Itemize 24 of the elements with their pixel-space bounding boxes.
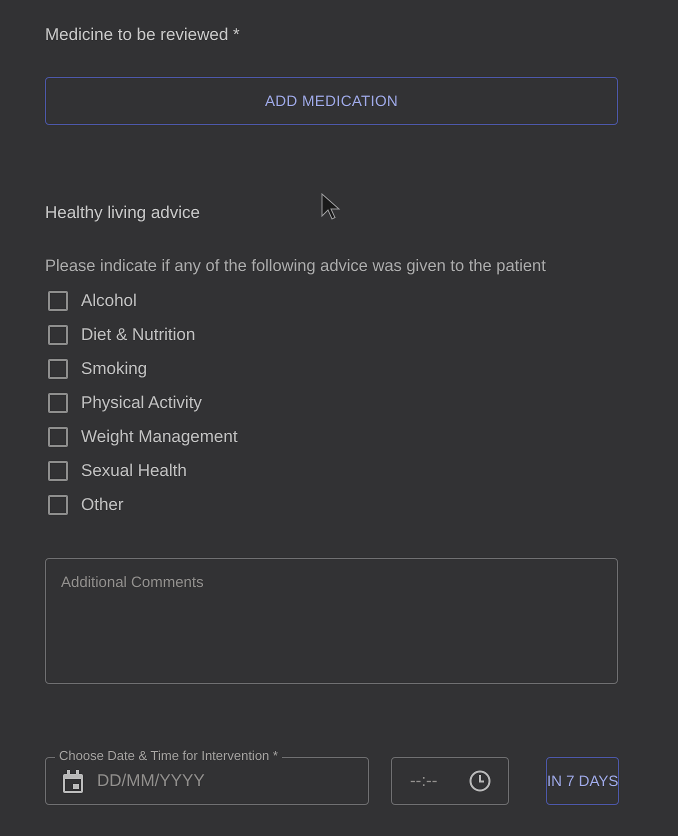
checkbox-label: Sexual Health [81,461,187,481]
calendar-icon [62,770,84,794]
section-heading: Healthy living advice [45,203,200,223]
checkbox[interactable] [48,427,68,447]
checkbox-label: Other [81,495,124,515]
checkbox-label: Physical Activity [81,393,202,413]
field-label: Medicine to be reviewed * [45,25,240,45]
comments-field[interactable]: Additional Comments [45,558,618,684]
instruction-text: Please indicate if any of the following advice was given to the patient [45,257,546,276]
checkbox[interactable] [48,495,68,515]
checkbox[interactable] [48,291,68,311]
checkbox[interactable] [48,359,68,379]
checkbox[interactable] [48,393,68,413]
checkbox-label: Alcohol [81,291,137,311]
checkbox[interactable] [48,461,68,481]
time-field[interactable]: --:-- [391,757,509,805]
add-medication-button[interactable]: ADD MEDICATION [45,77,618,125]
pointer-icon [321,193,343,221]
clock-icon [469,770,491,792]
checkbox-label: Weight Management [81,427,238,447]
checkbox-label: Diet & Nutrition [81,325,196,345]
checkbox-label: Smoking [81,359,148,379]
in-7-days-button[interactable]: IN 7 DAYS [546,757,620,805]
checkbox[interactable] [48,325,68,345]
